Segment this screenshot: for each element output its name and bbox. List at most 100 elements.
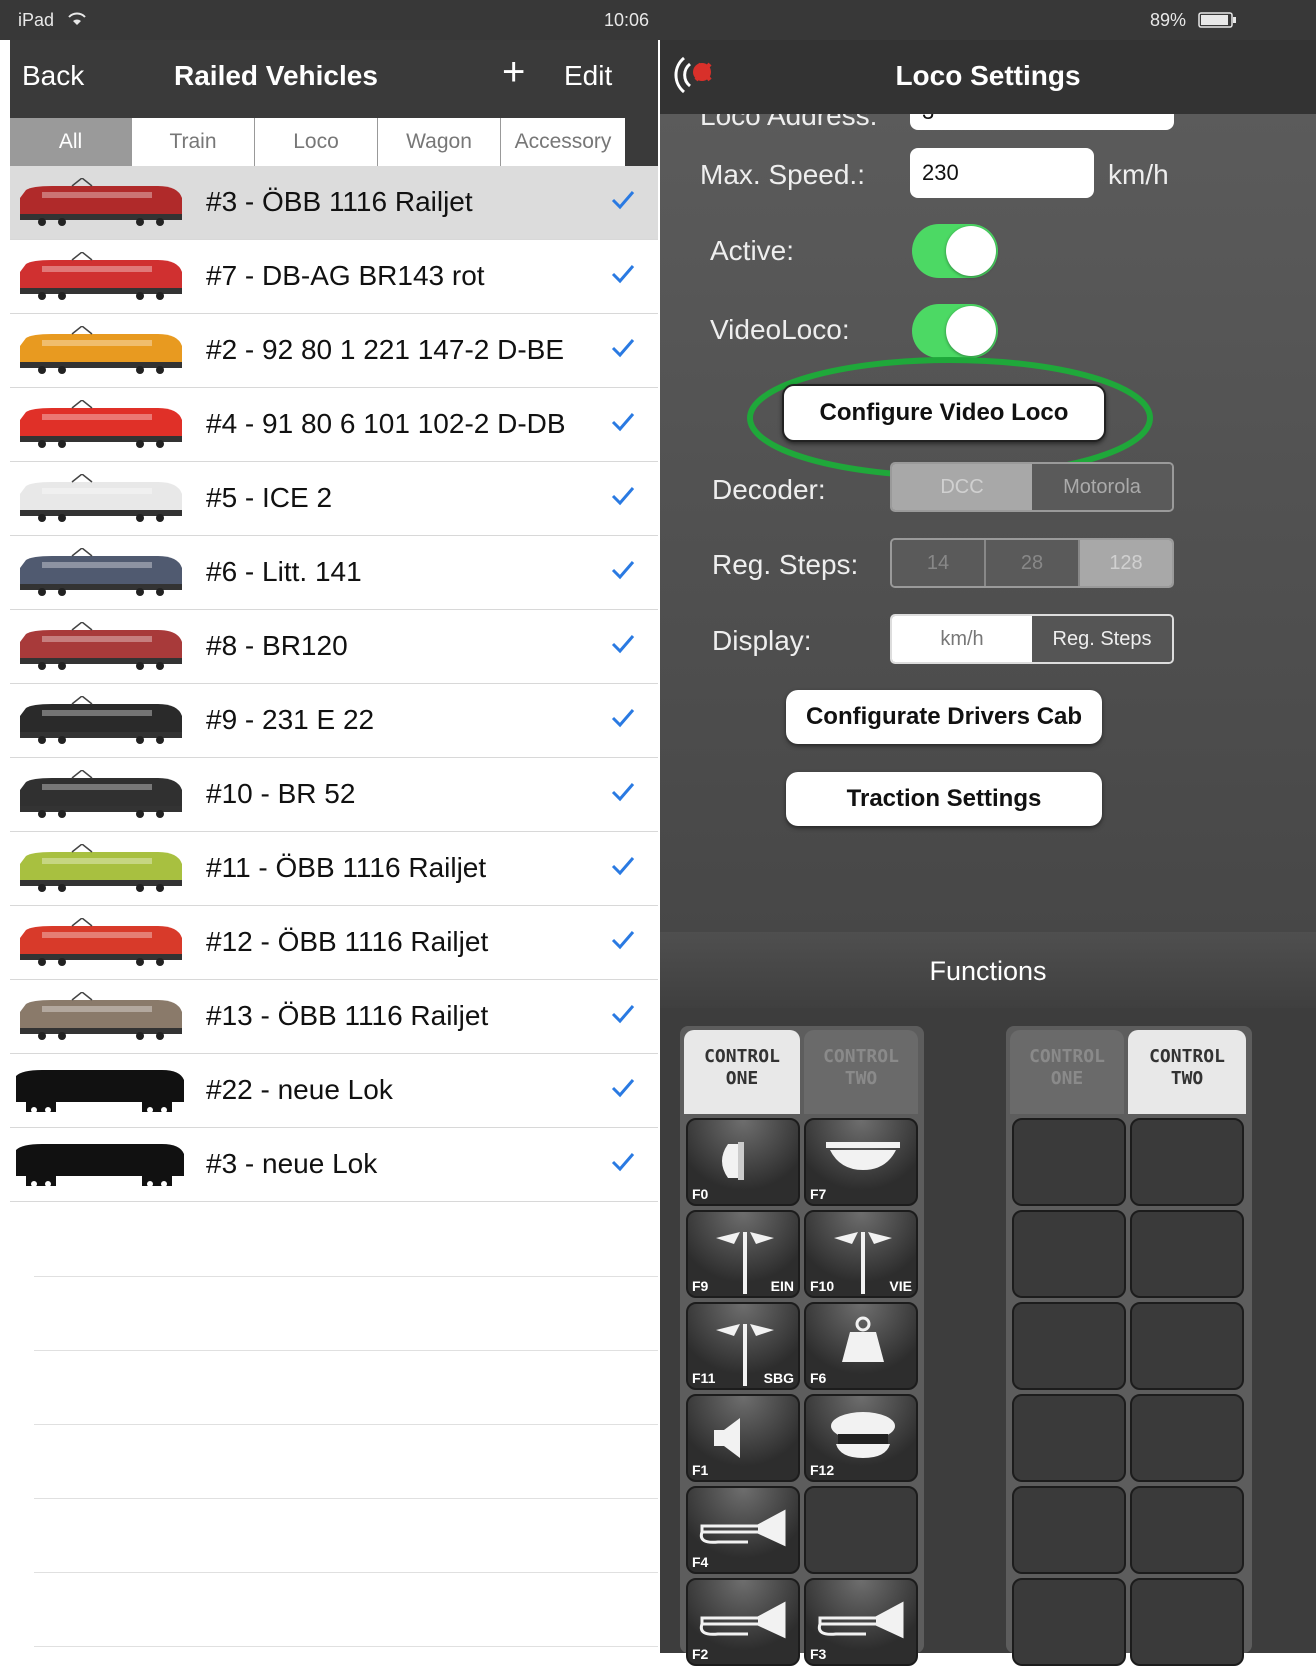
edit-button[interactable]: Edit: [564, 60, 612, 92]
function-key-label: F1: [692, 1462, 709, 1478]
function-key-label: F6: [810, 1370, 827, 1386]
checkmark-icon: [608, 406, 638, 436]
filter-segmented-control: All Train Loco Wagon Accessory: [10, 114, 658, 166]
functions-area: CONTROL ONE CONTROL TWO CONTROL ONE CONTROL…: [660, 1008, 1316, 1666]
function-key-label: F11: [692, 1370, 716, 1386]
loco-address-label: Loco Address:: [700, 114, 878, 131]
function-button[interactable]: F0: [686, 1118, 800, 1206]
checkmark-icon: [608, 702, 638, 732]
function-button-empty[interactable]: [1012, 1210, 1126, 1298]
empty-row-divider: [34, 1646, 658, 1647]
display-reg-steps[interactable]: Reg. Steps: [1032, 616, 1172, 662]
vehicle-row[interactable]: #6 - Litt. 141: [10, 536, 658, 610]
function-button-empty[interactable]: [1130, 1486, 1244, 1574]
reg-steps-28[interactable]: 28: [986, 540, 1080, 586]
locomotive-thumbnail-icon: [12, 843, 188, 894]
filter-loco[interactable]: Loco: [255, 118, 378, 166]
filter-wagon[interactable]: Wagon: [378, 118, 501, 166]
vehicle-row[interactable]: #8 - BR120: [10, 610, 658, 684]
vehicle-row[interactable]: #9 - 231 E 22: [10, 684, 658, 758]
function-button-empty[interactable]: [1130, 1118, 1244, 1206]
tab-control-one-left[interactable]: CONTROL ONE: [684, 1030, 800, 1114]
add-button[interactable]: +: [502, 50, 525, 95]
function-button-empty[interactable]: [1012, 1486, 1126, 1574]
vehicle-row[interactable]: #3 - ÖBB 1116 Railjet: [10, 166, 658, 240]
vehicle-row[interactable]: #22 - neue Lok: [10, 1054, 658, 1128]
vehicle-row[interactable]: #2 - 92 80 1 221 147-2 D-BE: [10, 314, 658, 388]
reg-steps-label: Reg. Steps:: [712, 549, 859, 580]
checkmark-icon: [608, 554, 638, 584]
function-button[interactable]: F6: [804, 1302, 918, 1390]
vehicle-label: #9 - 231 E 22: [206, 704, 375, 735]
loco-address-input[interactable]: 3: [910, 114, 1174, 130]
function-button[interactable]: F9 EIN: [686, 1210, 800, 1298]
function-key-sublabel: SBG: [763, 1370, 794, 1386]
clock: 10:06: [604, 10, 650, 30]
videoloco-label: VideoLoco:: [710, 314, 850, 345]
battery-percent: 89%: [1150, 10, 1187, 30]
vehicle-row[interactable]: #13 - ÖBB 1116 Railjet: [10, 980, 658, 1054]
back-button[interactable]: Back: [22, 60, 84, 92]
function-button[interactable]: F11 SBG: [686, 1302, 800, 1390]
locomotive-thumbnail-icon: [12, 769, 188, 820]
reg-steps-128[interactable]: 128: [1080, 540, 1172, 586]
empty-row-divider: [34, 1572, 658, 1573]
checkmark-icon: [608, 480, 638, 510]
tab-control-two-right[interactable]: CONTROL TWO: [1128, 1030, 1246, 1114]
vehicle-label: #3 - neue Lok: [206, 1148, 378, 1179]
reg-steps-14[interactable]: 14: [892, 540, 986, 586]
locomotive-thumbnail-icon: [12, 547, 188, 598]
function-button[interactable]: F12: [804, 1394, 918, 1482]
vehicle-row[interactable]: #7 - DB-AG BR143 rot: [10, 240, 658, 314]
display-kmh[interactable]: km/h: [892, 616, 1032, 662]
function-button-empty[interactable]: [1130, 1302, 1244, 1390]
function-button[interactable]: F10 VIE: [804, 1210, 918, 1298]
active-toggle[interactable]: [912, 224, 998, 278]
function-button-empty[interactable]: [1012, 1118, 1126, 1206]
tab-control-one-right[interactable]: CONTROL ONE: [1010, 1030, 1124, 1114]
vehicle-row[interactable]: #5 - ICE 2: [10, 462, 658, 536]
function-key-label: F10: [810, 1278, 835, 1294]
checkmark-icon: [608, 258, 638, 288]
display-label: Display:: [712, 625, 812, 656]
locomotive-thumbnail-icon: [12, 399, 188, 450]
empty-row-divider: [34, 1350, 658, 1351]
function-button-empty[interactable]: [1012, 1394, 1126, 1482]
function-button-empty[interactable]: [1012, 1302, 1126, 1390]
function-key-label: F4: [692, 1554, 709, 1570]
filter-all[interactable]: All: [10, 118, 132, 166]
function-key-sublabel: VIE: [889, 1278, 912, 1294]
function-key-label: F2: [692, 1646, 709, 1662]
function-button[interactable]: F7: [804, 1118, 918, 1206]
function-button-empty[interactable]: [1130, 1210, 1244, 1298]
function-button-empty[interactable]: [804, 1486, 918, 1574]
checkmark-icon: [608, 628, 638, 658]
traction-settings-button[interactable]: Traction Settings: [786, 772, 1102, 826]
page-title: Railed Vehicles: [174, 60, 378, 91]
vehicle-label: #2 - 92 80 1 221 147-2 D-BE: [206, 334, 565, 365]
tab-control-two-left[interactable]: CONTROL TWO: [804, 1030, 918, 1114]
filter-accessory[interactable]: Accessory: [501, 118, 625, 166]
function-key-label: F7: [810, 1186, 827, 1202]
empty-row-divider: [34, 1498, 658, 1499]
max-speed-input[interactable]: 230: [910, 148, 1094, 198]
locomotive-thumbnail-icon: [12, 177, 188, 228]
function-button-empty[interactable]: [1130, 1394, 1244, 1482]
configure-video-loco-button[interactable]: Configure Video Loco: [782, 384, 1106, 442]
vehicle-row[interactable]: #10 - BR 52: [10, 758, 658, 832]
decoder-dcc[interactable]: DCC: [892, 464, 1032, 510]
function-button[interactable]: F4: [686, 1486, 800, 1574]
function-button[interactable]: F1: [686, 1394, 800, 1482]
decoder-label: Decoder:: [712, 474, 826, 505]
locomotive-thumbnail-icon: [12, 1066, 188, 1116]
vehicle-row[interactable]: #12 - ÖBB 1116 Railjet: [10, 906, 658, 980]
filter-train[interactable]: Train: [132, 118, 255, 166]
vehicle-row[interactable]: #4 - 91 80 6 101 102-2 D-DB: [10, 388, 658, 462]
vehicle-row[interactable]: #3 - neue Lok: [10, 1128, 658, 1202]
display-segmented: km/h Reg. Steps: [890, 614, 1174, 664]
vehicle-label: #8 - BR120: [206, 630, 348, 661]
configurate-drivers-cab-button[interactable]: Configurate Drivers Cab: [786, 690, 1102, 744]
vehicle-row[interactable]: #11 - ÖBB 1116 Railjet: [10, 832, 658, 906]
vehicle-label: #11 - ÖBB 1116 Railjet: [206, 852, 487, 883]
decoder-motorola[interactable]: Motorola: [1032, 464, 1172, 510]
